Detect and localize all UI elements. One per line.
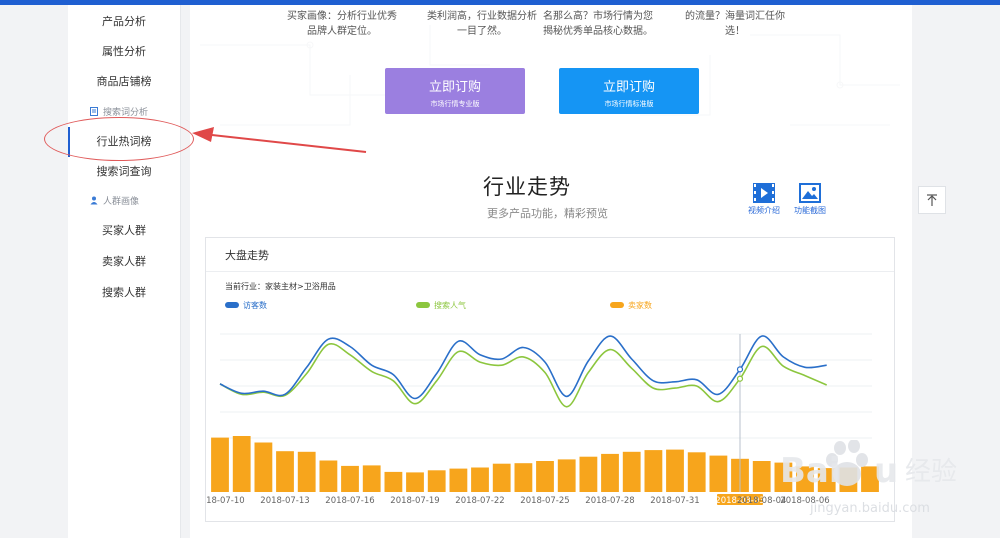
panel-title: 大盘走势: [225, 249, 269, 262]
baidu-jingyan-watermark: Bai u 经验 jingyan.baidu.com: [780, 440, 957, 516]
bar-sellers: [406, 472, 424, 492]
feature-text-2: 类利润高，行业数据分析 一目了然。: [427, 11, 537, 37]
sidebar-item-attribute-analysis[interactable]: 属性分析: [68, 38, 180, 66]
sidebar: 产品分析 属性分析 商品店铺榜 搜索词分析 行业热词榜 搜索词查询 人群画像 买…: [68, 5, 181, 538]
legend-item-search-popularity[interactable]: 搜索人气: [416, 300, 466, 312]
people-icon: [90, 196, 98, 205]
bar-sellers: [601, 453, 619, 492]
sidebar-item-search-query[interactable]: 搜索词查询: [68, 158, 180, 186]
bar-sellers: [297, 451, 316, 492]
bar-sellers: [752, 461, 771, 492]
svg-text:经验: 经验: [905, 457, 957, 487]
sidebar-item-label: 产品分析: [102, 15, 146, 28]
bar-sellers: [536, 461, 554, 492]
feature-text-1: 买家画像：分析行业优秀 品牌人群定位。: [287, 11, 397, 37]
bar-sellers: [427, 470, 446, 492]
bar-sellers: [687, 452, 706, 492]
bar-sellers: [276, 451, 294, 492]
svg-text:jingyan.baidu.com: jingyan.baidu.com: [809, 501, 930, 516]
bar-sellers: [341, 465, 359, 492]
panel-divider: [206, 271, 894, 272]
bar-sellers: [514, 463, 533, 492]
sidebar-item-label: 搜索词查询: [96, 165, 152, 178]
sidebar-item-label: 买家人群: [102, 224, 146, 237]
annotation-ellipse: [44, 117, 194, 161]
industry-breadcrumb: 当前行业：家装主材>卫浴用品: [225, 282, 336, 291]
x-axis-tick-label: 2018-07-25: [520, 496, 569, 506]
arrow-up-icon: [927, 194, 937, 206]
svg-text:u: u: [874, 451, 898, 491]
bar-sellers: [449, 468, 468, 492]
feature-text-3: 名那么高？市场行情为您 揭秘优秀单品核心数据。: [543, 11, 653, 37]
legend-item-sellers[interactable]: 卖家数: [610, 300, 652, 312]
svg-text:Bai: Bai: [780, 451, 841, 491]
bar-sellers: [557, 459, 576, 492]
sidebar-item-label: 卖家人群: [102, 255, 146, 268]
hover-point-visitors: [736, 366, 744, 373]
bar-sellers: [471, 467, 489, 492]
legend-swatch: [416, 302, 430, 308]
bar-sellers: [579, 456, 598, 492]
bar-sellers: [232, 436, 251, 492]
sidebar-item-seller-crowd[interactable]: 卖家人群: [68, 248, 180, 276]
sidebar-item-shop-ranking[interactable]: 商品店铺榜: [68, 68, 180, 96]
back-to-top-button[interactable]: [918, 186, 946, 214]
video-icon: [753, 183, 775, 203]
video-intro-link[interactable]: 视频介绍: [748, 182, 780, 216]
order-pro-button[interactable]: 立即订购 市场行情专业版: [385, 68, 525, 114]
sidebar-item-label: 商品店铺榜: [96, 75, 152, 88]
x-axis-tick-label: 2018-07-19: [390, 496, 439, 506]
x-axis-tick-label: 2018-07-31: [650, 496, 699, 506]
bar-sellers: [492, 463, 511, 492]
feature-text-4: 的流量？海量词汇任你 选！: [685, 11, 785, 37]
legend-swatch: [225, 302, 239, 308]
image-icon: [799, 183, 821, 203]
bar-sellers: [644, 450, 663, 492]
x-axis-tick-label: 2018-07-10: [206, 496, 245, 506]
legend-swatch: [610, 302, 624, 308]
bar-sellers: [211, 437, 229, 492]
bar-sellers: [622, 451, 641, 492]
bar-sellers: [384, 471, 403, 492]
order-standard-button[interactable]: 立即订购 市场行情标准版: [559, 68, 699, 114]
x-axis-tick-label: 2018-07-28: [585, 496, 634, 506]
legend-item-visitors[interactable]: 访客数: [225, 300, 267, 312]
sidebar-group-label: 人群画像: [103, 197, 140, 207]
bar-sellers: [362, 465, 381, 492]
sidebar-item-search-crowd[interactable]: 搜索人群: [68, 279, 180, 307]
sidebar-item-product-analysis[interactable]: 产品分析: [68, 8, 180, 36]
x-axis-tick-label: 2018-07-22: [455, 496, 504, 506]
bar-sellers: [254, 442, 273, 492]
hover-point-search: [736, 375, 744, 382]
screenshot-link[interactable]: 功能截图: [794, 182, 826, 216]
section-subtitle: 更多产品功能，精彩预览: [487, 207, 608, 220]
x-axis-tick-label: 2018-07-16: [325, 496, 374, 506]
sidebar-group-crowd-portrait: 人群画像: [90, 192, 139, 212]
sidebar-item-buyer-crowd[interactable]: 买家人群: [68, 217, 180, 245]
bar-sellers: [666, 449, 684, 492]
bar-sellers: [319, 460, 338, 492]
sidebar-item-label: 搜索人群: [102, 286, 146, 299]
section-title: 行业走势: [483, 175, 571, 199]
document-icon: [90, 107, 98, 116]
bar-sellers: [709, 455, 728, 492]
sidebar-item-label: 属性分析: [102, 45, 146, 58]
x-axis-tick-label: 2018-07-13: [260, 496, 309, 506]
